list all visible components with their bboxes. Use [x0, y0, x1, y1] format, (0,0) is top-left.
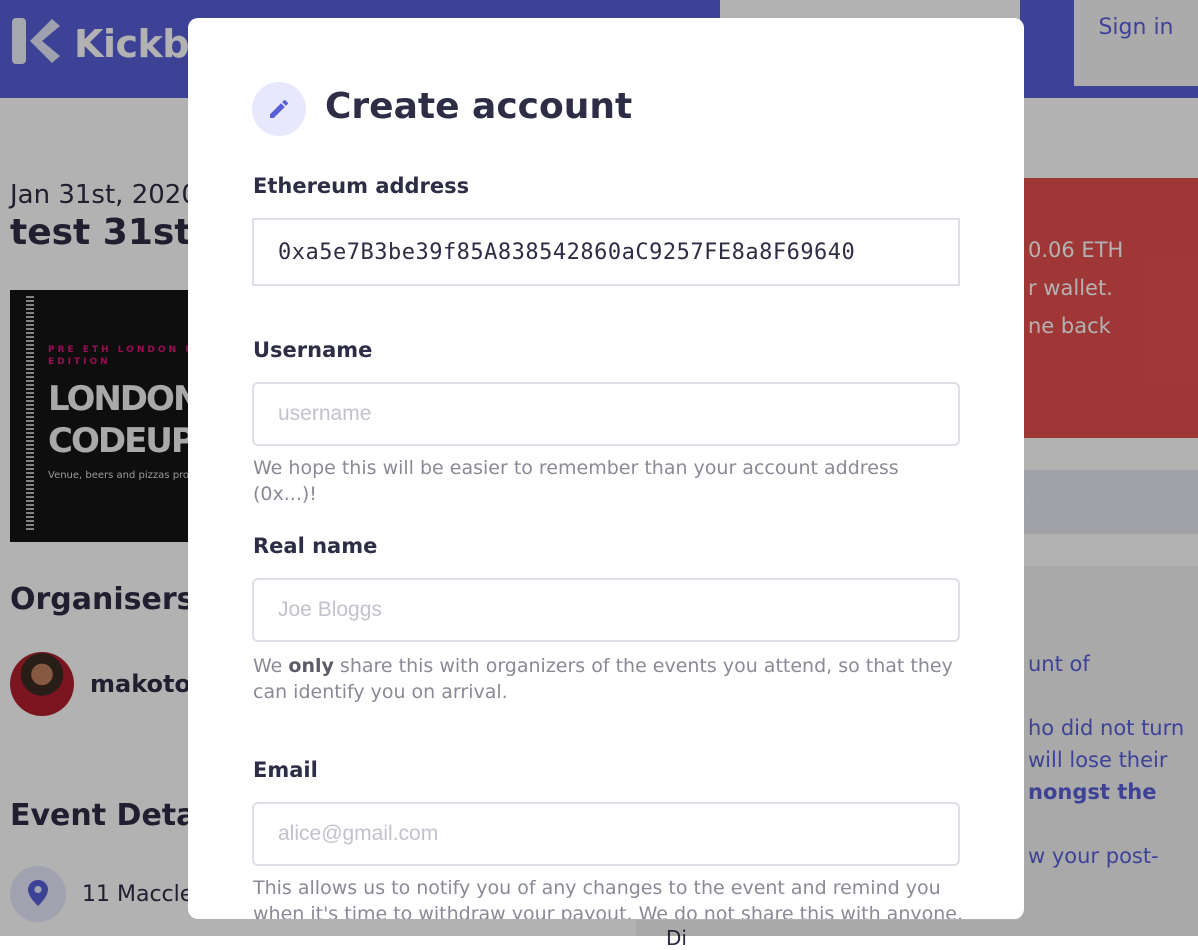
pencil-icon	[270, 99, 289, 118]
help-text-part: share this with organizers of the events…	[253, 655, 953, 703]
email-label: Email	[253, 758, 318, 782]
modal-icon-badge	[252, 82, 306, 136]
email-help-text: This allows us to notify you of any chan…	[253, 877, 964, 919]
real-name-input[interactable]	[252, 578, 960, 642]
help-text-emphasis: only	[288, 655, 334, 677]
username-label: Username	[253, 338, 373, 362]
ethereum-address-label: Ethereum address	[253, 174, 470, 198]
create-account-modal: Create account Ethereum address Username…	[188, 18, 1024, 919]
username-input[interactable]	[252, 382, 960, 446]
username-help-text: We hope this will be easier to remember …	[253, 457, 899, 505]
real-name-label: Real name	[253, 534, 378, 558]
email-input[interactable]	[252, 802, 960, 866]
real-name-help-text: We only share this with organizers of th…	[253, 653, 963, 705]
modal-title: Create account	[325, 86, 633, 127]
ethereum-address-field[interactable]	[252, 218, 960, 286]
help-text-part: We	[253, 655, 289, 677]
